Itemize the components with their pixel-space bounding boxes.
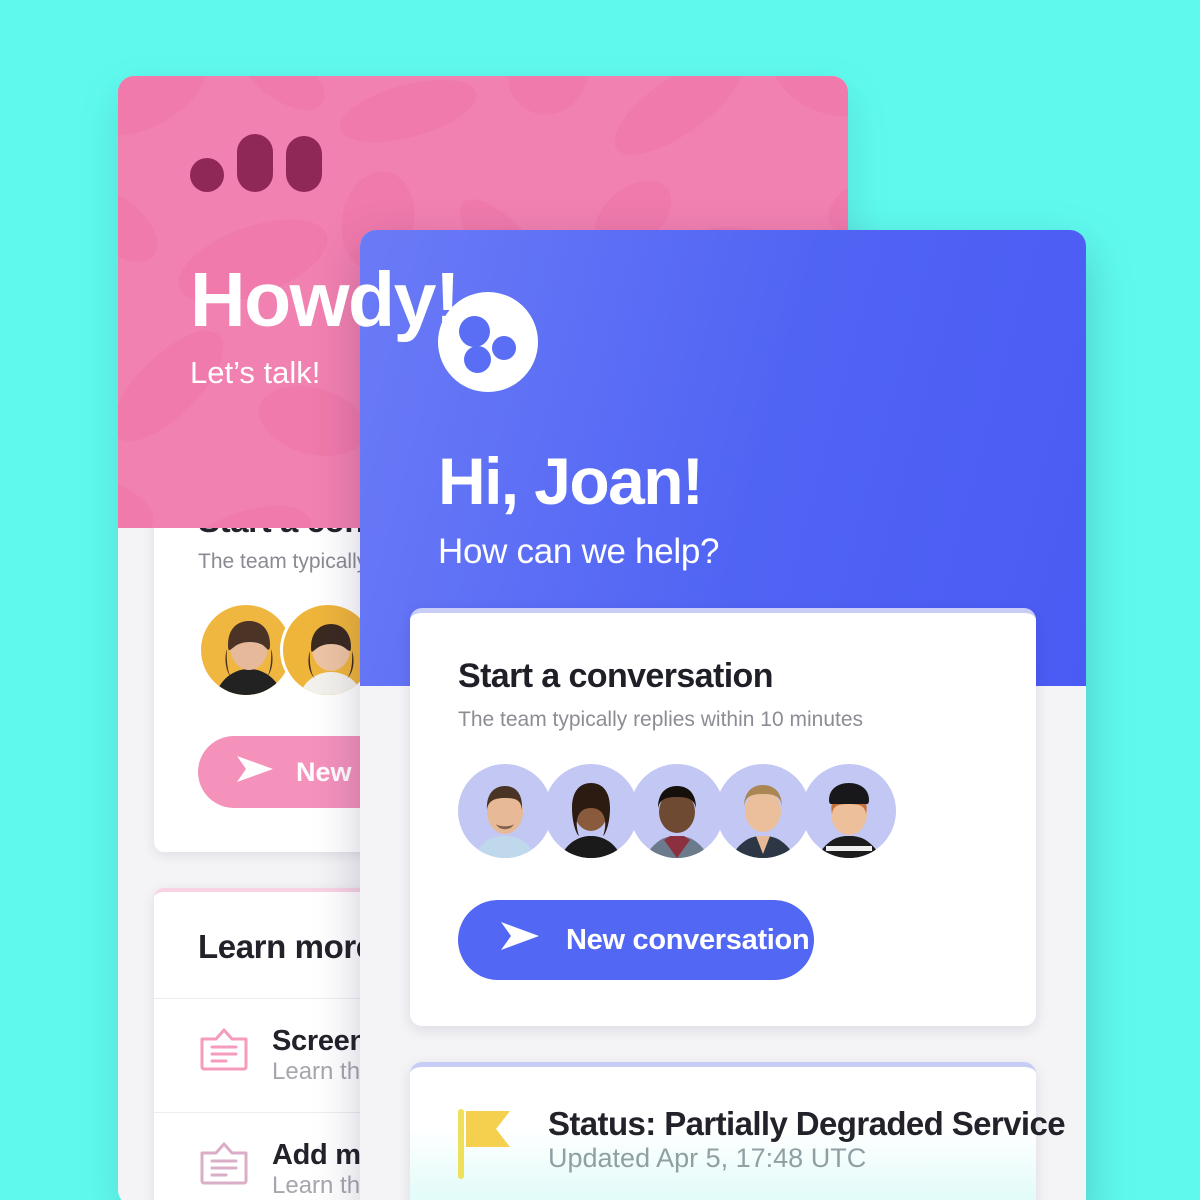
blue-conversation-card: Start a conversation The team typically …	[410, 608, 1036, 1026]
logo-bar-2	[286, 136, 322, 192]
pink-brand-logo	[190, 134, 776, 192]
blue-agent-avatars	[458, 764, 988, 858]
blue-new-conversation-label: New conversation	[566, 923, 810, 956]
logo-bar-1	[237, 134, 273, 192]
pink-widget-subtitle: Let’s talk!	[190, 355, 321, 390]
pink-widget-title: Howdy!	[190, 257, 461, 343]
blue-widget-body: Start a conversation The team typically …	[360, 608, 1086, 1200]
send-icon	[236, 755, 274, 790]
avatar	[802, 764, 896, 858]
article-icon	[198, 1139, 250, 1192]
status-updated: Updated Apr 5, 17:48 UTC	[548, 1143, 867, 1173]
avatar	[544, 764, 638, 858]
avatar	[630, 764, 724, 858]
blue-conversation-heading: Start a conversation	[458, 657, 773, 695]
article-icon	[198, 1025, 250, 1078]
blue-conversation-subtext: The team typically replies within 10 min…	[458, 708, 864, 731]
avatar	[716, 764, 810, 858]
status-title: Status: Partially Degraded Service	[548, 1105, 1066, 1142]
blue-new-conversation-button[interactable]: New conversation	[458, 900, 814, 980]
status-card[interactable]: Status: Partially Degraded Service Updat…	[410, 1062, 1066, 1200]
send-icon	[500, 921, 540, 959]
avatar	[458, 764, 552, 858]
blue-widget-title: Hi, Joan!	[438, 444, 704, 518]
flag-icon	[458, 1109, 514, 1184]
blue-widget-subtitle: How can we help?	[438, 532, 720, 571]
logo-dot	[190, 158, 224, 192]
